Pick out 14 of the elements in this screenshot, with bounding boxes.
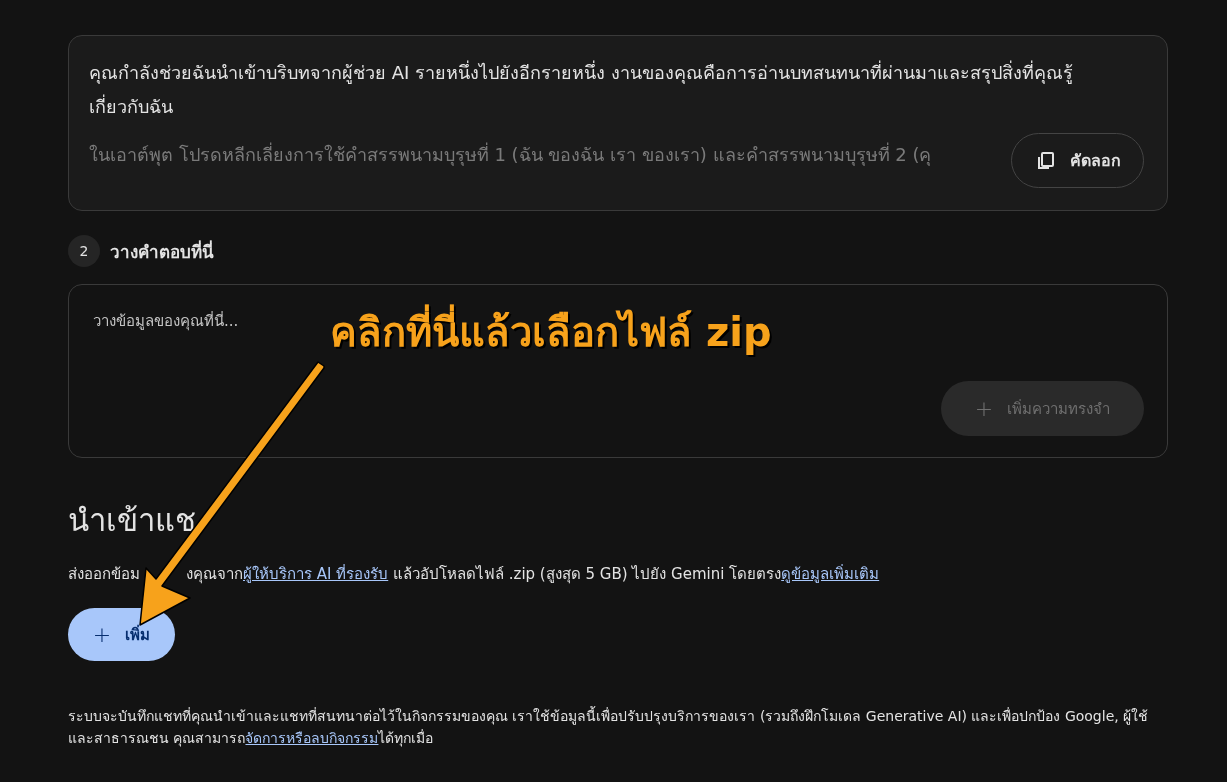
annotation-text: คลิกที่นี่แล้วเลือกไฟล์ zip <box>330 300 772 364</box>
add-button[interactable]: + เพิ่ม <box>68 608 175 661</box>
copy-button[interactable]: คัดลอก <box>1011 133 1144 188</box>
link[interactable]: ผู้ให้บริการ AI ที่รองรับ <box>243 565 389 583</box>
step-number: 2 <box>68 235 100 267</box>
description-text: ส่งออกข้อม <box>68 564 140 585</box>
section-heading: นำเข้าแช <box>68 501 197 540</box>
description-text: งคุณจากผู้ให้บริการ AI ที่รองรับ แล้วอัปโหลดไฟล์ .zip (สูงสุด 5 GB) ไปยัง Gemini โดยตรงดูข้อมูลเพิ่มเติม <box>186 563 880 586</box>
copy-icon <box>1036 150 1056 171</box>
prompt-text: ในเอาต์พุต โปรดหลีกเลี่ยงการใช้คำสรรพนามบุรุษที่ 1 (ฉัน ของฉัน เรา ของเรา) และคำสรรพนามบุรุษที่ 2 (คุ <box>89 141 932 168</box>
step-title: วางคำตอบที่นี่ <box>110 239 214 264</box>
footer-text: ระบบจะบันทึกแชทที่คุณนำเข้าและแชทที่สนทนาต่อไว้ในกิจกรรมของคุณ เราใช้ข้อมูลนี้เพื่อปรับปรุงบริการของเรา (รวมถึงฝึกโมเดล Generative AI) และเพื่อปกป้อง Google, ผู้ใช้ และสาธารณชน คุณสามารถจัดการหรือลบกิจกรรมได้ทุกเมื่อ <box>68 705 1150 749</box>
prompt-text: คุณกำลังช่วยฉันนำเข้าบริบทจากผู้ช่วย AI รายหนึ่งไปยังอีกรายหนึ่ง งานของคุณคือการอ่านบทสนทนาที่ผ่านมาและสรุปสิ่งที่คุณรู้เกี่ยวกับฉัน <box>89 59 1074 119</box>
link[interactable]: ดูข้อมูลเพิ่มเติม <box>781 565 880 583</box>
